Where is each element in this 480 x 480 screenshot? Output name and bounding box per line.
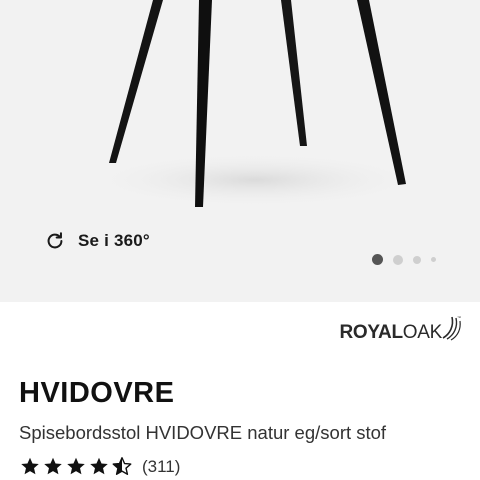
brand-swoosh-icon: ™ bbox=[442, 315, 461, 341]
svg-text:™: ™ bbox=[457, 315, 461, 320]
product-info: ROYALOAK ™ HVIDOVRE Spisebordsstol HVIDO… bbox=[0, 302, 480, 480]
pagination-dot-active[interactable] bbox=[372, 254, 383, 265]
product-rating[interactable]: (311) bbox=[19, 456, 180, 477]
gallery-pagination bbox=[372, 254, 436, 265]
brand-logo-text: ROYALOAK bbox=[339, 322, 443, 343]
product-image-gallery[interactable]: Se i 360° bbox=[0, 0, 480, 302]
view-360-label: Se i 360° bbox=[78, 231, 150, 250]
product-subtitle: Spisebordsstol HVIDOVRE natur eg/sort st… bbox=[19, 422, 387, 443]
view-360-button[interactable]: Se i 360° bbox=[44, 230, 150, 252]
rating-count: (311) bbox=[142, 456, 181, 476]
star-filled-icon bbox=[67, 457, 85, 475]
star-half-icon bbox=[112, 457, 132, 475]
star-filled-icon bbox=[44, 457, 62, 475]
pagination-dot[interactable] bbox=[431, 257, 436, 262]
brand-logo[interactable]: ROYALOAK ™ bbox=[339, 315, 463, 344]
star-filled-icon bbox=[21, 457, 39, 475]
rotate-360-icon bbox=[47, 232, 63, 249]
pagination-dot[interactable] bbox=[413, 255, 421, 264]
star-filled-icon bbox=[90, 457, 108, 475]
product-title: HVIDOVRE bbox=[19, 377, 175, 409]
pagination-dot[interactable] bbox=[393, 254, 403, 265]
